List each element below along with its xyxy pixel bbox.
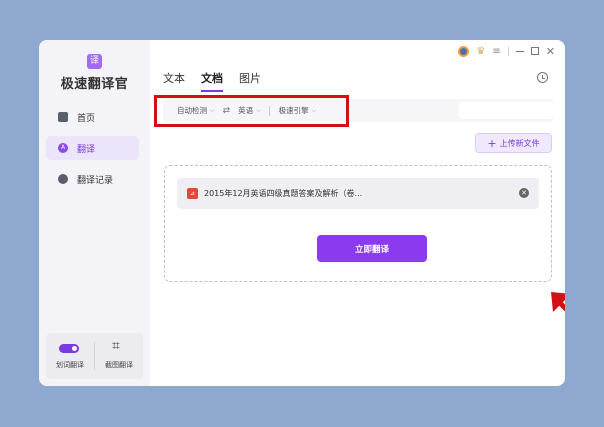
tab-document[interactable]: 文档 — [201, 70, 223, 92]
sidebar-item-label: 首页 — [77, 113, 96, 124]
sidebar-item-translate[interactable]: A 翻译 — [46, 136, 139, 160]
word-translate-toggle[interactable] — [59, 344, 79, 353]
divider — [507, 46, 509, 56]
sidebar-item-history[interactable]: 翻译记录 — [46, 167, 139, 191]
title-bar-controls: ♛ ≡ ✕ — [458, 45, 555, 58]
tab-text[interactable]: 文本 — [163, 70, 185, 90]
screenshot-translate-tool[interactable]: ⌗ 截图翻译 — [95, 333, 143, 379]
main-panel: ♛ ≡ ✕ 文本 文档 图片 自动检测 ⌵ ⇄ 英语 ⌵ 极速引擎 ⌵ + 上传… — [150, 40, 565, 386]
maximize-icon[interactable] — [530, 47, 539, 55]
remove-file-icon[interactable]: ✕ — [519, 188, 529, 198]
annotation-arrow — [551, 292, 565, 312]
translate-now-button[interactable]: 立即翻译 — [317, 235, 427, 262]
file-item: ⊿ 2015年12月英语四级真题答案及解析（卷... ✕ — [177, 178, 539, 209]
sidebar-item-label: 翻译 — [77, 144, 96, 155]
blank-field — [459, 102, 553, 119]
tool-label: 截图翻译 — [105, 361, 133, 369]
word-translate-tool[interactable]: 划词翻译 — [46, 333, 94, 379]
annotation-highlight-box — [154, 95, 349, 127]
tab-image[interactable]: 图片 — [239, 70, 261, 90]
sidebar-item-home[interactable]: 首页 — [46, 105, 139, 129]
sidebar: 译 极速翻译官 首页 A 翻译 翻译记录 划词翻译 ⌗ 截图翻译 — [39, 40, 150, 386]
translate-icon: A — [58, 143, 68, 153]
app-window: 译 极速翻译官 首页 A 翻译 翻译记录 划词翻译 ⌗ 截图翻译 ♛ ≡ ✕ 文… — [39, 40, 565, 386]
quick-tools: 划词翻译 ⌗ 截图翻译 — [46, 333, 143, 379]
history-icon — [58, 174, 68, 184]
minimize-icon[interactable] — [515, 50, 524, 52]
file-name: 2015年12月英语四级真题答案及解析（卷... — [204, 189, 363, 198]
plus-icon: + — [487, 136, 497, 150]
home-icon — [58, 112, 68, 122]
app-title: 极速翻译官 — [60, 77, 129, 92]
pdf-icon: ⊿ — [187, 188, 198, 199]
app-logo: 译 — [87, 54, 102, 69]
avatar[interactable] — [458, 45, 470, 57]
file-drop-zone[interactable]: ⊿ 2015年12月英语四级真题答案及解析（卷... ✕ 立即翻译 — [164, 165, 552, 282]
clock-icon[interactable] — [537, 72, 548, 83]
upload-new-file-button[interactable]: + 上传新文件 — [475, 133, 552, 153]
crop-icon: ⌗ — [112, 338, 120, 354]
tab-bar: 文本 文档 图片 — [163, 70, 261, 92]
close-icon[interactable]: ✕ — [546, 45, 555, 58]
upload-button-label: 上传新文件 — [499, 138, 540, 148]
tool-label: 划词翻译 — [56, 361, 84, 369]
menu-icon[interactable]: ≡ — [492, 46, 500, 57]
crown-icon[interactable]: ♛ — [476, 46, 485, 57]
sidebar-item-label: 翻译记录 — [77, 175, 114, 186]
